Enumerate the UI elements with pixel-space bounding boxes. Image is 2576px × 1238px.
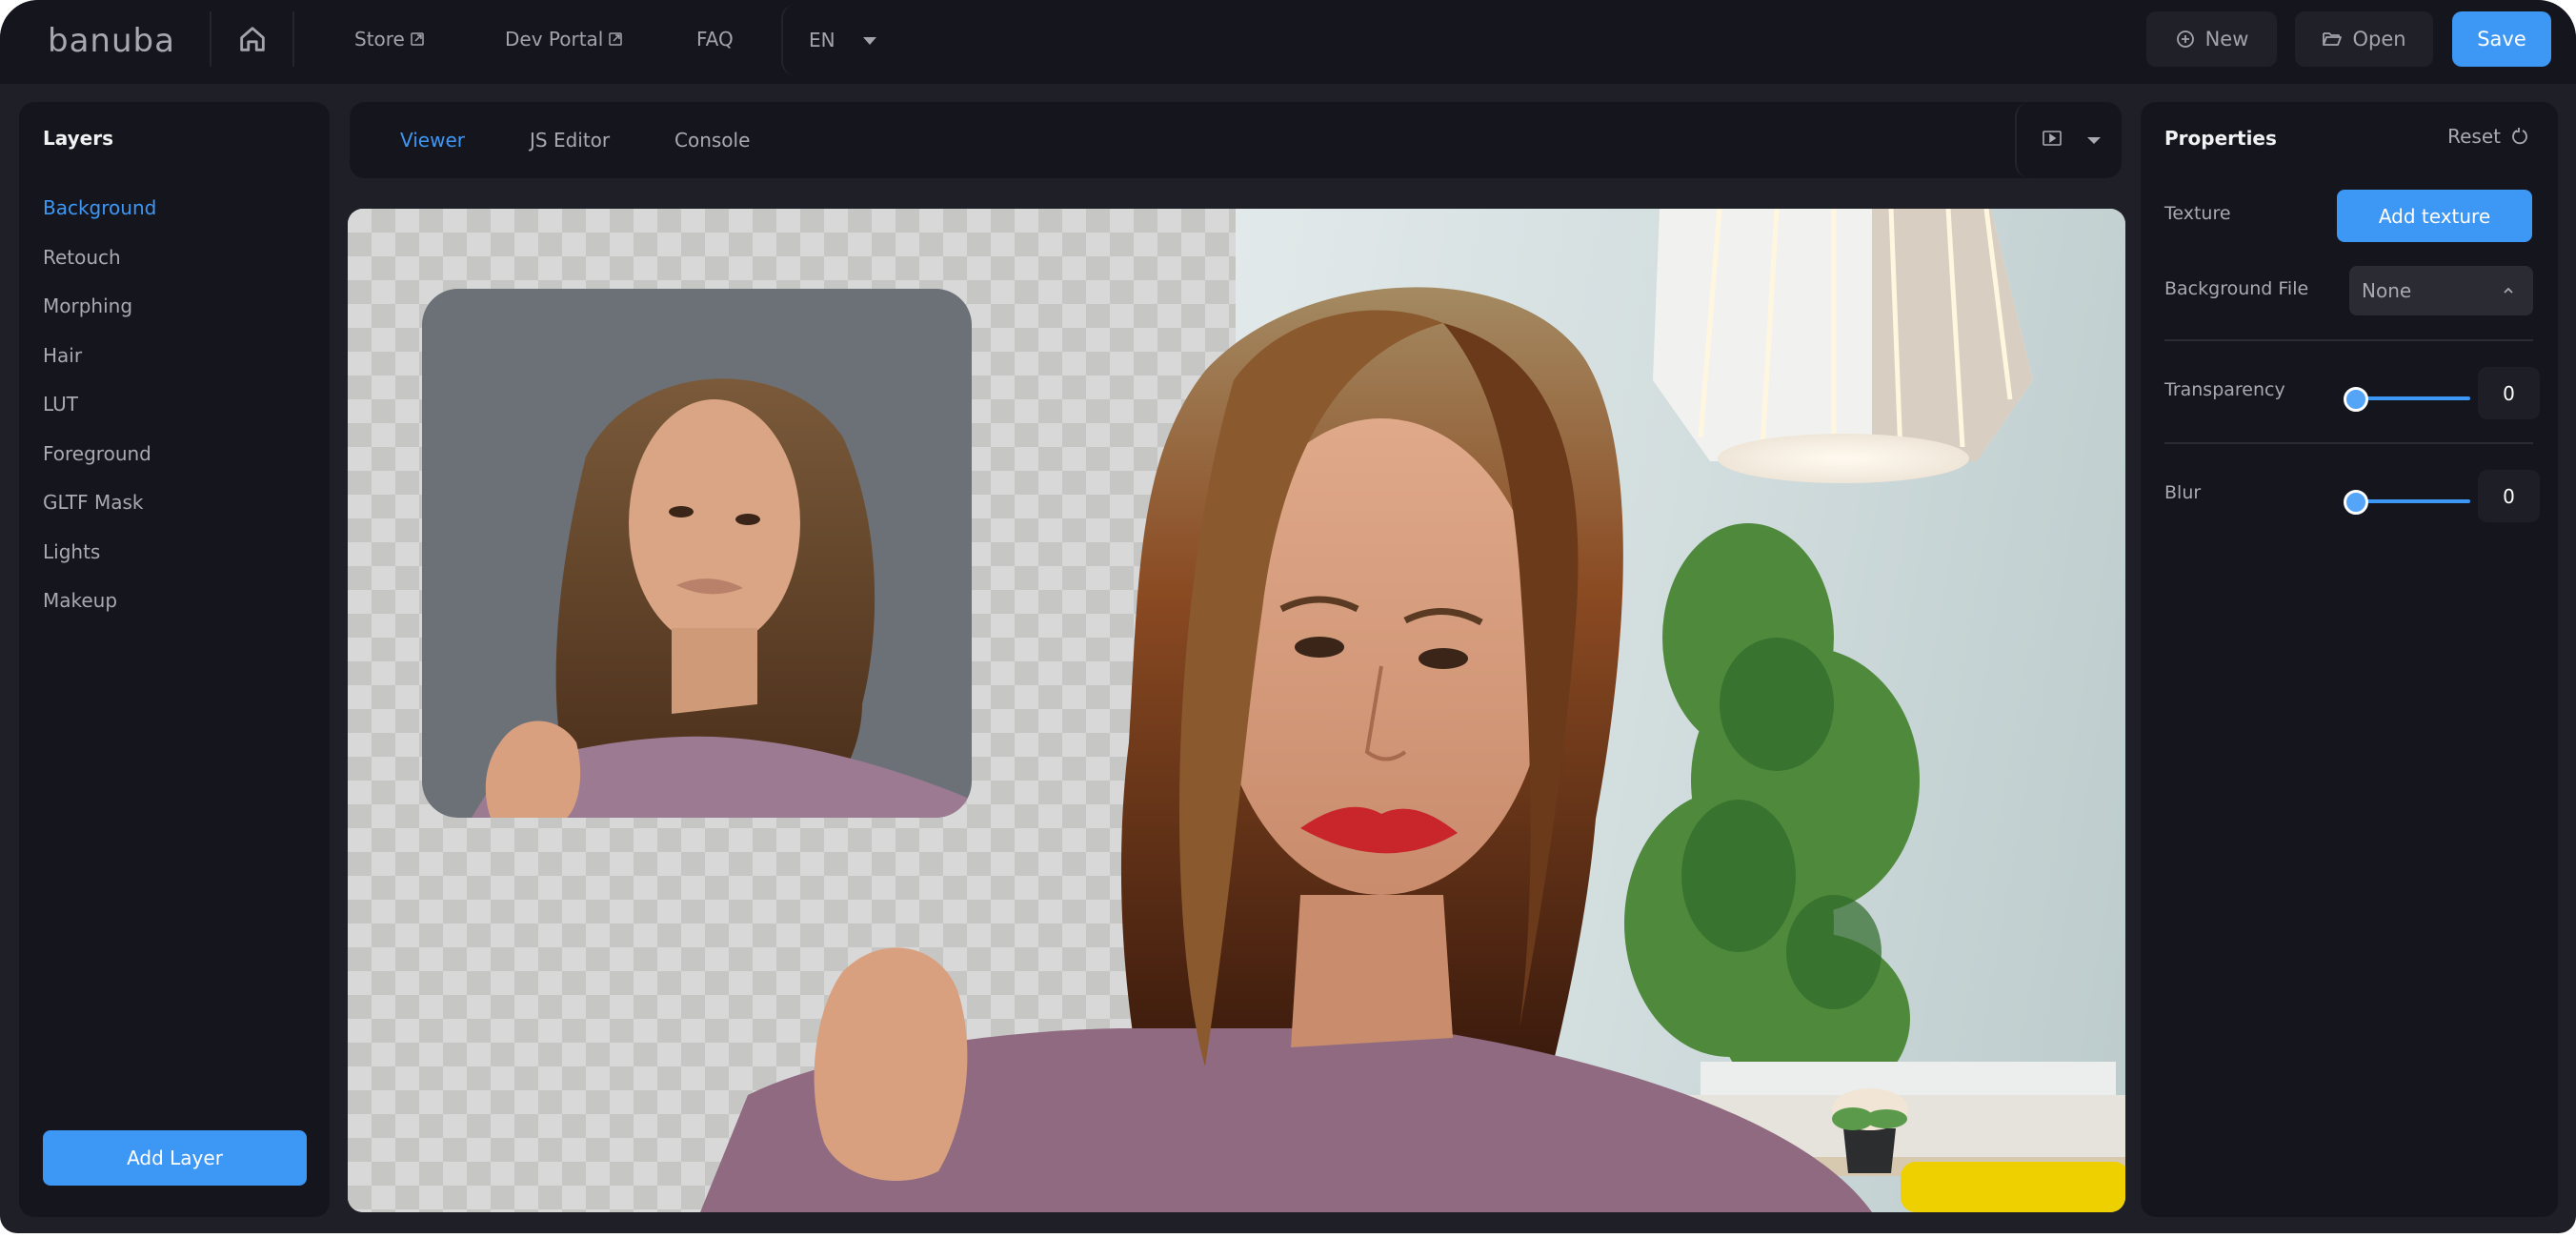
reset-icon [2512, 128, 2527, 145]
potted-tree [1624, 523, 1920, 1105]
language-value: EN [809, 29, 835, 51]
divider [2164, 339, 2533, 341]
layer-item-hair[interactable]: Hair [43, 341, 156, 391]
blur-slider[interactable] [2344, 487, 2470, 516]
nav-dev-portal-label: Dev Portal [505, 28, 604, 51]
add-texture-button[interactable]: Add texture [2337, 190, 2532, 242]
transparency-slider-track [2356, 396, 2470, 400]
layers-title: Layers [43, 127, 113, 150]
tab-viewer[interactable]: Viewer [400, 124, 465, 156]
properties-panel: Properties Reset Texture Add texture Bac… [2141, 102, 2558, 1217]
layer-item-makeup[interactable]: Makeup [43, 586, 156, 636]
layer-item-gltf-mask[interactable]: GLTF Mask [43, 488, 156, 538]
language-select[interactable]: EN [781, 4, 897, 76]
add-layer-button[interactable]: Add Layer [43, 1130, 307, 1186]
chevron-up-icon [2504, 287, 2513, 294]
scene-illustration [422, 209, 2125, 1212]
pendant-lamp [1653, 209, 2033, 483]
tab-console[interactable]: Console [674, 124, 750, 156]
tab-js-editor[interactable]: JS Editor [530, 124, 610, 156]
reset-label: Reset [2447, 125, 2501, 148]
external-link-icon [609, 32, 623, 46]
reset-button[interactable]: Reset [2447, 125, 2529, 148]
layer-item-retouch[interactable]: Retouch [43, 243, 156, 293]
original-photo-inset [422, 289, 972, 818]
open-button[interactable]: Open [2295, 11, 2433, 67]
preview-controls [2015, 102, 2122, 178]
texture-label: Texture [2164, 203, 2231, 224]
background-file-select[interactable]: None [2349, 266, 2533, 315]
nav-store-link[interactable]: Store [354, 23, 424, 55]
properties-title: Properties [2164, 127, 2277, 150]
app-window: banuba Store Dev Portal FAQ EN New Open … [0, 0, 2576, 1233]
play-preview-icon[interactable] [2043, 131, 2062, 146]
viewer-canvas[interactable] [348, 209, 2125, 1212]
layer-item-background[interactable]: Background [43, 193, 156, 243]
folder-open-icon [2323, 32, 2343, 46]
layer-list: Background Retouch Morphing Hair LUT For… [43, 193, 156, 636]
nav-dev-portal-link[interactable]: Dev Portal [505, 23, 623, 55]
transparency-slider-thumb[interactable] [2344, 387, 2368, 412]
header-divider [210, 11, 211, 67]
background-file-value: None [2362, 279, 2412, 302]
viewer-tabs-bar: Viewer JS Editor Console [350, 102, 2122, 178]
divider [2164, 442, 2533, 444]
layer-item-lut[interactable]: LUT [43, 390, 156, 439]
caret-down-icon [863, 37, 876, 45]
layers-panel: Layers Background Retouch Morphing Hair … [19, 102, 330, 1217]
layer-item-lights[interactable]: Lights [43, 538, 156, 587]
blur-slider-track [2356, 499, 2470, 503]
blur-label: Blur [2164, 482, 2202, 503]
blur-slider-thumb[interactable] [2344, 490, 2368, 515]
transparency-value-input[interactable]: 0 [2478, 367, 2540, 419]
layer-item-foreground[interactable]: Foreground [43, 439, 156, 489]
plus-circle-icon [2176, 30, 2194, 48]
new-button-label: New [2204, 28, 2249, 51]
layer-item-morphing[interactable]: Morphing [43, 292, 156, 341]
transparency-slider[interactable] [2344, 384, 2470, 413]
top-header: banuba Store Dev Portal FAQ EN New Open … [0, 0, 2576, 84]
header-divider [292, 11, 294, 67]
nav-faq-link[interactable]: FAQ [696, 23, 734, 55]
preview-options-caret-icon[interactable] [2087, 137, 2101, 144]
transparency-label: Transparency [2164, 379, 2285, 400]
external-link-icon [411, 32, 424, 46]
nav-faq-label: FAQ [696, 28, 734, 51]
banuba-logo[interactable]: banuba [48, 17, 175, 65]
background-file-label: Background File [2164, 278, 2309, 299]
new-button[interactable]: New [2146, 11, 2277, 67]
blur-value-input[interactable]: 0 [2478, 470, 2540, 522]
home-icon[interactable] [236, 23, 269, 55]
open-button-label: Open [2352, 28, 2406, 51]
nav-store-label: Store [354, 28, 405, 51]
save-button[interactable]: Save [2452, 11, 2551, 67]
